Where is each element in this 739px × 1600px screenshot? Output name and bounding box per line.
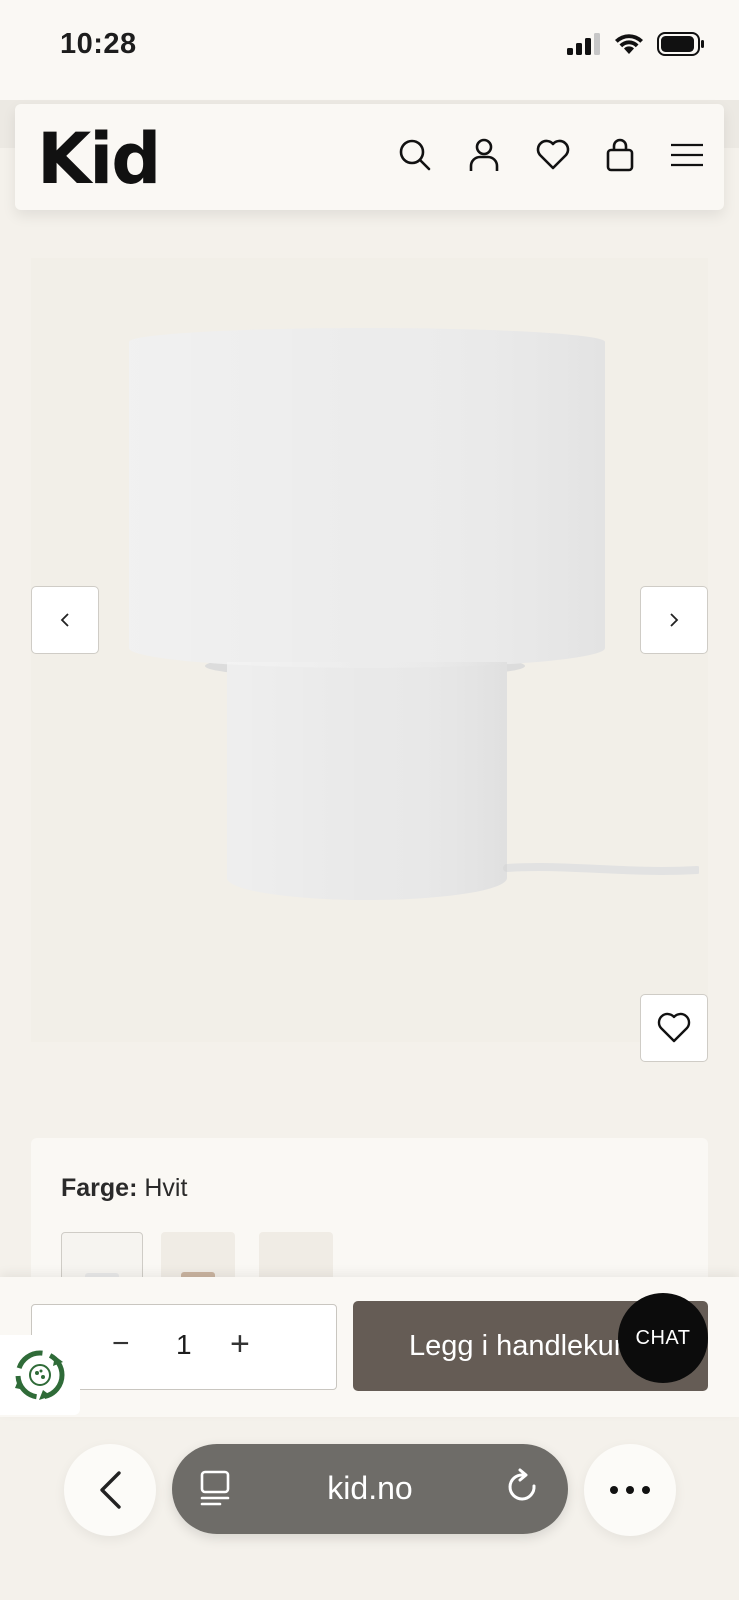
chevron-left-icon xyxy=(60,613,69,627)
status-icons xyxy=(567,32,705,56)
product-lamp-image xyxy=(129,328,699,900)
recycle-leaf-icon xyxy=(15,1350,65,1400)
status-time: 10:28 xyxy=(60,28,137,60)
browser-back-button[interactable] xyxy=(64,1444,156,1536)
chevron-right-icon xyxy=(670,613,679,627)
product-image-gallery[interactable] xyxy=(31,258,708,1042)
gallery-prev-button[interactable] xyxy=(31,586,99,654)
header-nav-icons xyxy=(398,138,704,172)
browser-more-button[interactable] xyxy=(584,1444,676,1536)
wifi-icon xyxy=(615,34,643,54)
gallery-next-button[interactable] xyxy=(640,586,708,654)
wishlist-heart-icon[interactable] xyxy=(536,139,570,171)
more-dots-icon xyxy=(610,1486,650,1494)
menu-hamburger-icon[interactable] xyxy=(670,143,704,167)
cellular-signal-icon xyxy=(567,33,600,55)
add-to-wishlist-button[interactable] xyxy=(640,994,708,1062)
battery-icon xyxy=(657,32,704,56)
kid-logo[interactable]: Kid xyxy=(37,118,161,200)
reload-icon[interactable] xyxy=(506,1468,540,1506)
search-icon[interactable] xyxy=(398,138,432,172)
heart-icon xyxy=(657,1012,691,1043)
browser-toolbar: kid.no xyxy=(0,1430,739,1600)
color-label-value: Hvit xyxy=(144,1174,188,1202)
account-icon[interactable] xyxy=(468,138,500,172)
quantity-value[interactable]: 1 xyxy=(176,1329,192,1361)
quantity-decrease-button[interactable]: − xyxy=(112,1327,130,1361)
chat-button[interactable]: CHAT xyxy=(618,1293,708,1383)
eco-badge[interactable] xyxy=(0,1335,80,1415)
shopping-bag-icon[interactable] xyxy=(606,138,634,172)
color-label-key: Farge: xyxy=(61,1174,138,1202)
chevron-left-icon xyxy=(100,1471,121,1509)
quantity-increase-button[interactable]: + xyxy=(230,1325,250,1364)
status-bar: 10:28 xyxy=(0,0,739,100)
browser-address-bar[interactable]: kid.no xyxy=(172,1444,568,1534)
site-header: Kid xyxy=(15,104,724,210)
color-label: Farge: Hvit xyxy=(61,1174,187,1203)
